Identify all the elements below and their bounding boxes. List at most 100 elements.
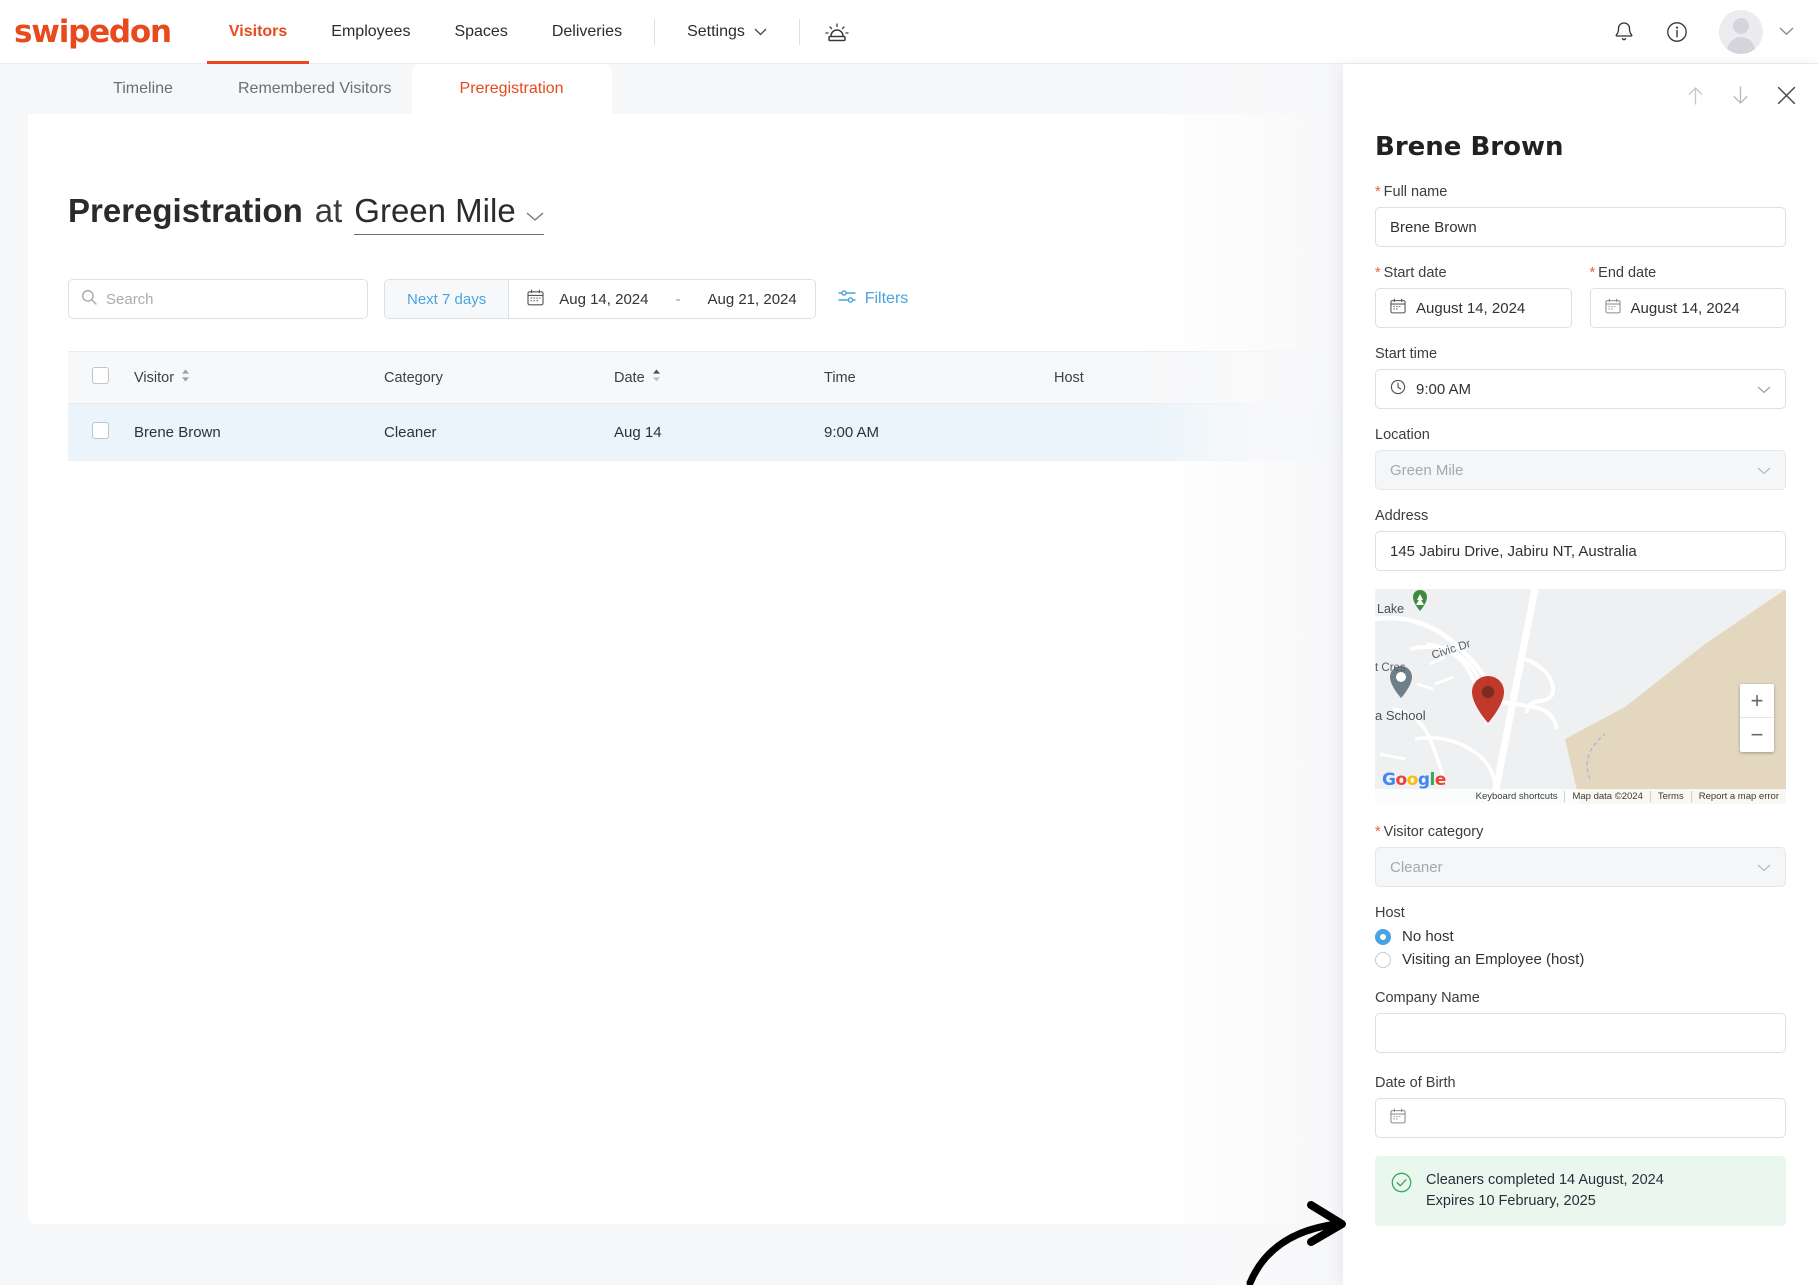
tab-preregistration[interactable]: Preregistration	[411, 64, 612, 114]
status-notice: Cleaners completed 14 August, 2024 Expir…	[1375, 1156, 1786, 1227]
column-label: Date	[614, 369, 645, 386]
chevron-down-icon	[1757, 381, 1771, 398]
page-title-at: at	[314, 192, 343, 229]
start-date-input[interactable]: August 14, 2024	[1375, 288, 1572, 328]
date-to-value: Aug 21, 2024	[707, 290, 797, 308]
radio-label: Visiting an Employee (host)	[1402, 951, 1585, 968]
required-marker: *	[1375, 265, 1381, 281]
field-label: Location	[1375, 427, 1786, 443]
start-time-select[interactable]: 9:00 AM	[1375, 369, 1786, 409]
radio-button[interactable]	[1375, 951, 1391, 968]
chevron-down-icon	[1779, 23, 1794, 41]
nav-item-settings[interactable]: Settings	[665, 0, 789, 64]
svg-text:Lake: Lake	[1377, 602, 1404, 616]
field-value: 9:00 AM	[1416, 380, 1472, 398]
nav-label: Deliveries	[551, 22, 623, 40]
search-input[interactable]	[106, 290, 355, 308]
nav-item-deliveries[interactable]: Deliveries	[530, 0, 644, 64]
column-label: Visitor	[134, 369, 175, 386]
filters-icon	[838, 289, 856, 310]
search-icon	[81, 289, 97, 310]
date-from-value: Aug 14, 2024	[559, 290, 649, 308]
label-text: Start time	[1375, 346, 1438, 362]
map-data-text: Map data ©2024	[1564, 791, 1649, 802]
location-selector-label: Green Mile	[354, 192, 516, 229]
label-text: End date	[1598, 265, 1657, 281]
required-marker: *	[1375, 184, 1381, 200]
column-label: Host	[1054, 369, 1084, 386]
nav-item-spaces[interactable]: Spaces	[432, 0, 529, 64]
nav-item-visitors[interactable]: Visitors	[206, 0, 310, 64]
end-date-input[interactable]: August 14, 2024	[1589, 288, 1786, 328]
label-text: Company Name	[1375, 990, 1480, 1006]
siren-icon[interactable]	[810, 20, 864, 44]
full-name-input[interactable]: Brene Brown	[1375, 207, 1786, 247]
column-header-visitor[interactable]: Visitor	[124, 351, 374, 404]
filters-button[interactable]: Filters	[838, 289, 909, 310]
bell-icon[interactable]	[1613, 20, 1635, 44]
map-zoom-out-button[interactable]: −	[1740, 718, 1774, 752]
nav-label: Employees	[331, 22, 411, 40]
tab-timeline[interactable]: Timeline	[68, 64, 218, 114]
google-logo: Google	[1382, 770, 1446, 790]
up-arrow-icon[interactable]	[1687, 86, 1704, 105]
filters-label: Filters	[864, 290, 909, 307]
field-company-name: Company Name	[1375, 990, 1786, 1053]
field-value: Cleaner	[1390, 858, 1443, 876]
field-label: Date of Birth	[1375, 1075, 1786, 1091]
label-text: Host	[1375, 905, 1405, 921]
info-icon[interactable]	[1665, 20, 1689, 44]
map-zoom-controls: + −	[1740, 684, 1774, 752]
terms-link[interactable]: Terms	[1649, 791, 1691, 802]
nav-item-employees[interactable]: Employees	[309, 0, 432, 64]
radio-button[interactable]	[1375, 928, 1391, 945]
cell-category: Cleaner	[374, 403, 604, 461]
keyboard-shortcuts-link[interactable]: Keyboard shortcuts	[1469, 791, 1565, 802]
date-range-control: Next 7 days Aug 14, 2024 - Aug 21, 2024	[384, 279, 816, 319]
select-all-checkbox[interactable]	[92, 367, 109, 384]
field-start-date: * Start date August 14, 2024	[1375, 265, 1572, 328]
close-icon[interactable]	[1777, 86, 1796, 105]
date-range-picker[interactable]: Aug 14, 2024 - Aug 21, 2024	[509, 280, 815, 318]
radio-visiting-employee[interactable]: Visiting an Employee (host)	[1375, 951, 1786, 968]
status-notice-text: Cleaners completed 14 August, 2024 Expir…	[1426, 1170, 1664, 1212]
tab-remembered-visitors[interactable]: Remembered Visitors	[218, 64, 412, 114]
row-checkbox[interactable]	[92, 421, 109, 439]
date-preset-button[interactable]: Next 7 days	[385, 280, 510, 318]
required-marker: *	[1375, 824, 1381, 840]
map-zoom-in-button[interactable]: +	[1740, 684, 1774, 718]
search-box[interactable]	[68, 279, 368, 319]
visitor-category-select: Cleaner	[1375, 847, 1786, 887]
field-label: Start time	[1375, 346, 1786, 362]
nav-divider	[798, 18, 800, 45]
address-input[interactable]: 145 Jabiru Drive, Jabiru NT, Australia	[1375, 531, 1786, 571]
brand-logo[interactable]: swipedon	[14, 14, 172, 50]
sort-icon	[181, 369, 190, 386]
nav-label: Visitors	[228, 22, 288, 40]
company-name-input[interactable]	[1375, 1013, 1786, 1053]
field-label: * End date	[1590, 265, 1787, 281]
column-header-date[interactable]: Date	[604, 351, 814, 404]
field-label: Company Name	[1375, 990, 1786, 1006]
date-range-dash: -	[675, 290, 681, 308]
check-circle-icon	[1391, 1172, 1412, 1198]
panel-title: Brene Brown	[1375, 132, 1564, 162]
location-selector[interactable]: Green Mile	[354, 192, 544, 235]
chevron-down-icon	[754, 23, 767, 41]
top-navigation: swipedon Visitors Employees Spaces Deliv…	[0, 0, 1818, 64]
field-full-name: * Full name Brene Brown	[1375, 184, 1786, 247]
location-map[interactable]: Lake Civic Dr t Cres a School Google + −…	[1375, 589, 1786, 804]
account-menu[interactable]	[1719, 9, 1794, 54]
date-fields-row: * Start date August 14, 2024 * End date …	[1375, 265, 1786, 346]
label-text: Address	[1375, 508, 1429, 524]
calendar-icon	[1604, 298, 1621, 318]
column-label: Category	[384, 369, 443, 386]
label-text: Start date	[1383, 265, 1447, 281]
report-map-error-link[interactable]: Report a map error	[1690, 791, 1786, 802]
field-end-date: * End date August 14, 2024	[1589, 265, 1787, 328]
down-arrow-icon[interactable]	[1732, 85, 1749, 105]
radio-no-host[interactable]: No host	[1375, 928, 1786, 945]
select-all-cell	[68, 351, 124, 404]
date-of-birth-input[interactable]	[1375, 1098, 1786, 1138]
nav-divider	[654, 18, 656, 45]
